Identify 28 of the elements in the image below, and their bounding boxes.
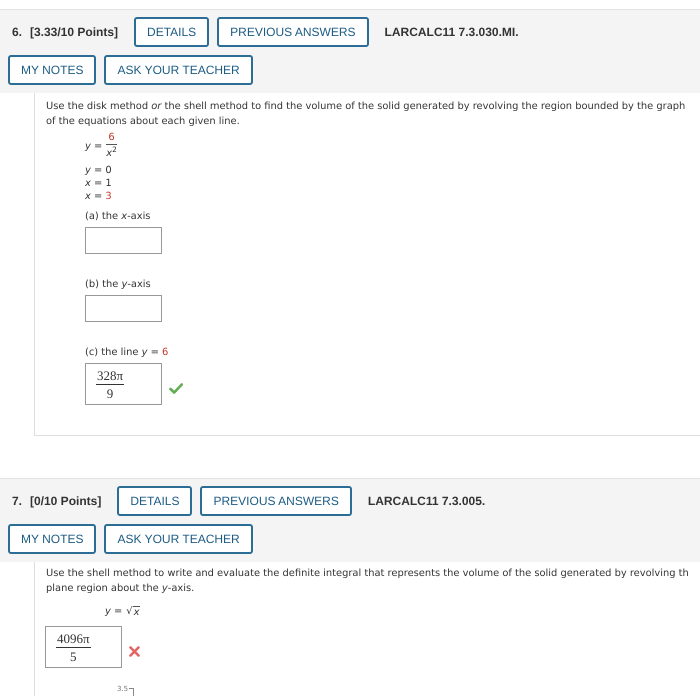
part-label: (b) the y-axis	[85, 278, 152, 292]
equation: x = 1	[85, 177, 113, 190]
equation: x = 3	[85, 190, 113, 203]
question-reference: LARCALC11 7.3.005.	[368, 493, 486, 510]
question-number: 6.	[12, 24, 24, 41]
question-text: Use the shell method to write and evaluate the definite integral that represents the volume of the solid generated by revolving th plane region about the y-axis.	[46, 567, 690, 596]
question-text: Use the disk method or the shell method to find the volume of the solid generated by revolving the region bounded by the graph of the equations about each given line.	[46, 100, 686, 129]
answer-box[interactable]	[85, 295, 162, 322]
ask-teacher-button[interactable]: ASK YOUR TEACHER	[104, 524, 253, 554]
question-number: 7.	[12, 493, 24, 510]
part-label: (c) the line y = 6	[85, 346, 170, 360]
part-label: (a) the x-axis	[85, 210, 152, 224]
axis-drawing	[129, 688, 134, 696]
details-button[interactable]: DETAILS	[117, 486, 192, 516]
question-points: [0/10 Points]	[30, 493, 102, 510]
details-button[interactable]: DETAILS	[134, 17, 210, 47]
notes-button[interactable]: MY NOTES	[8, 524, 96, 554]
ask-teacher-button[interactable]: ASK YOUR TEACHER	[104, 55, 253, 85]
notes-button[interactable]: MY NOTES	[8, 55, 96, 85]
answer-box[interactable]	[85, 227, 162, 254]
question-reference: LARCALC11 7.3.030.MI.	[384, 24, 519, 41]
question-points: [3.33/10 Points]	[30, 24, 118, 41]
previous-answers-button[interactable]: PREVIOUS ANSWERS	[217, 17, 369, 47]
answer-box[interactable]: 4096π 5	[45, 626, 122, 668]
previous-answers-button[interactable]: PREVIOUS ANSWERS	[200, 486, 352, 516]
equation: y = 0	[85, 164, 113, 177]
equation: y = √x	[105, 605, 142, 618]
answer-box[interactable]: 328π 9	[85, 363, 162, 405]
